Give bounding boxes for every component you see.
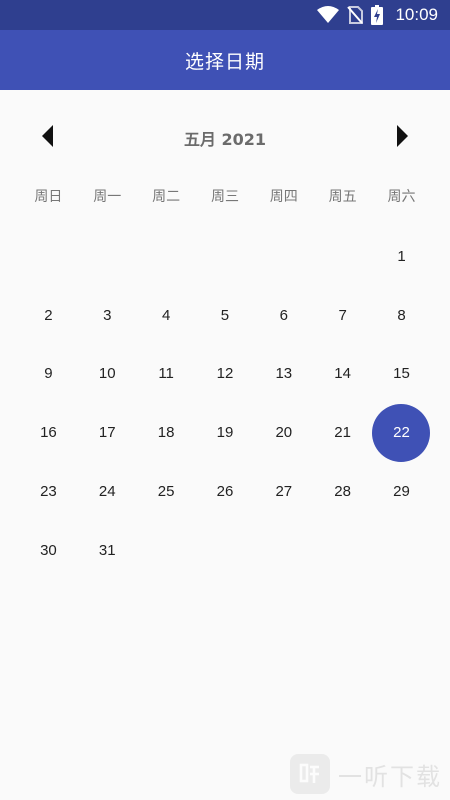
day-number: 2 [44, 306, 53, 324]
status-icons: 10:09 [317, 0, 450, 30]
watermark: 一听下载 [290, 754, 442, 794]
day-cell[interactable]: 11 [137, 345, 196, 404]
day-cell[interactable]: 16 [19, 403, 78, 462]
app-bar: 选择日期 [0, 30, 450, 90]
day-number: 15 [393, 365, 410, 383]
day-grid: 1 2 3 4 5 6 7 8 9 10 11 12 13 14 15 16 17 18 19 20 21 22 23 24 2… [19, 227, 431, 580]
day-number: 16 [40, 424, 57, 442]
day-number: 17 [98, 424, 116, 442]
day-number: 8 [397, 306, 406, 324]
empty-day-cell [19, 227, 78, 286]
day-number: 21 [334, 424, 351, 442]
month-label: 五月 2021 [183, 130, 267, 149]
empty-day-cell [78, 227, 137, 286]
weekday-label: 周四 [269, 189, 298, 205]
day-cell[interactable]: 14 [313, 345, 372, 404]
day-cell[interactable]: 1 [372, 227, 431, 286]
day-cell[interactable]: 17 [78, 403, 137, 462]
day-number: 18 [157, 424, 175, 442]
empty-day-cell [254, 227, 313, 286]
day-cell[interactable]: 30 [19, 521, 78, 580]
day-cell[interactable]: 29 [372, 462, 431, 521]
day-number: 26 [216, 483, 234, 501]
weekday-header: 周日 周一 周二 周三 周四 周五 周六 [19, 183, 431, 211]
day-cell[interactable]: 9 [19, 345, 78, 404]
month-header: 五月 2021 [0, 110, 450, 166]
day-number: 22 [393, 424, 410, 442]
day-number: 30 [40, 541, 57, 559]
day-cell[interactable]: 28 [313, 462, 372, 521]
weekday-label: 周日 [34, 189, 63, 205]
app-title: 选择日期 [184, 50, 265, 73]
day-cell[interactable]: 13 [254, 345, 313, 404]
status-bar: 10:09 [0, 0, 450, 30]
battery-charging-icon [371, 5, 384, 25]
day-cell[interactable]: 6 [254, 286, 313, 345]
day-number: 9 [44, 365, 53, 383]
next-month-button[interactable] [390, 125, 414, 151]
day-cell[interactable]: 24 [78, 462, 137, 521]
day-number: 12 [216, 365, 234, 383]
weekday-label: 周六 [387, 189, 416, 205]
day-cell[interactable]: 2 [19, 286, 78, 345]
weekday-label: 周五 [328, 189, 357, 205]
wifi-icon [317, 6, 340, 24]
day-cell[interactable]: 12 [196, 345, 255, 404]
day-cell[interactable]: 31 [78, 521, 137, 580]
day-number: 7 [338, 306, 347, 324]
empty-day-cell [137, 227, 196, 286]
day-number: 4 [161, 306, 171, 324]
day-number: 5 [220, 306, 230, 324]
day-cell[interactable]: 20 [254, 403, 313, 462]
day-cell[interactable]: 8 [372, 286, 431, 345]
empty-day-cell [313, 227, 372, 286]
day-number: 28 [334, 483, 351, 501]
day-number: 14 [334, 365, 351, 383]
day-cell[interactable]: 27 [254, 462, 313, 521]
day-number: 25 [157, 483, 175, 501]
day-number: 11 [158, 365, 174, 383]
day-number: 13 [275, 365, 293, 383]
day-cell[interactable]: 4 [137, 286, 196, 345]
weekday-label: 周三 [210, 189, 239, 205]
day-cell[interactable]: 19 [196, 403, 255, 462]
day-cell[interactable]: 23 [19, 462, 78, 521]
watermark-text: 一听下载 [338, 762, 442, 791]
day-number: 1 [397, 247, 406, 265]
day-cell[interactable]: 10 [78, 345, 137, 404]
day-cell[interactable]: 21 [313, 403, 372, 462]
chevron-right-icon [396, 125, 408, 151]
empty-day-cell [196, 227, 255, 286]
weekday-label: 周一 [93, 189, 122, 205]
no-sim-icon [347, 6, 364, 24]
weekday-label: 周二 [152, 189, 181, 205]
day-cell[interactable]: 3 [78, 286, 137, 345]
day-number: 24 [98, 483, 116, 501]
day-number: 20 [275, 424, 293, 442]
day-number: 31 [98, 541, 116, 559]
day-number: 10 [98, 365, 116, 383]
day-number: 19 [216, 424, 234, 442]
day-cell[interactable]: 5 [196, 286, 255, 345]
day-cell[interactable]: 18 [137, 403, 196, 462]
day-cell[interactable]: 26 [196, 462, 255, 521]
status-time: 10:09 [395, 5, 438, 24]
watermark-logo-icon [290, 754, 330, 794]
day-number: 3 [103, 306, 112, 324]
day-cell[interactable]: 7 [313, 286, 372, 345]
day-cell[interactable]: 25 [137, 462, 196, 521]
day-number: 27 [275, 483, 293, 501]
day-number: 29 [393, 483, 410, 501]
day-number: 23 [40, 483, 57, 501]
day-number: 6 [279, 306, 288, 324]
selected-day-cell[interactable]: 22 [372, 403, 431, 462]
day-cell[interactable]: 15 [372, 345, 431, 404]
